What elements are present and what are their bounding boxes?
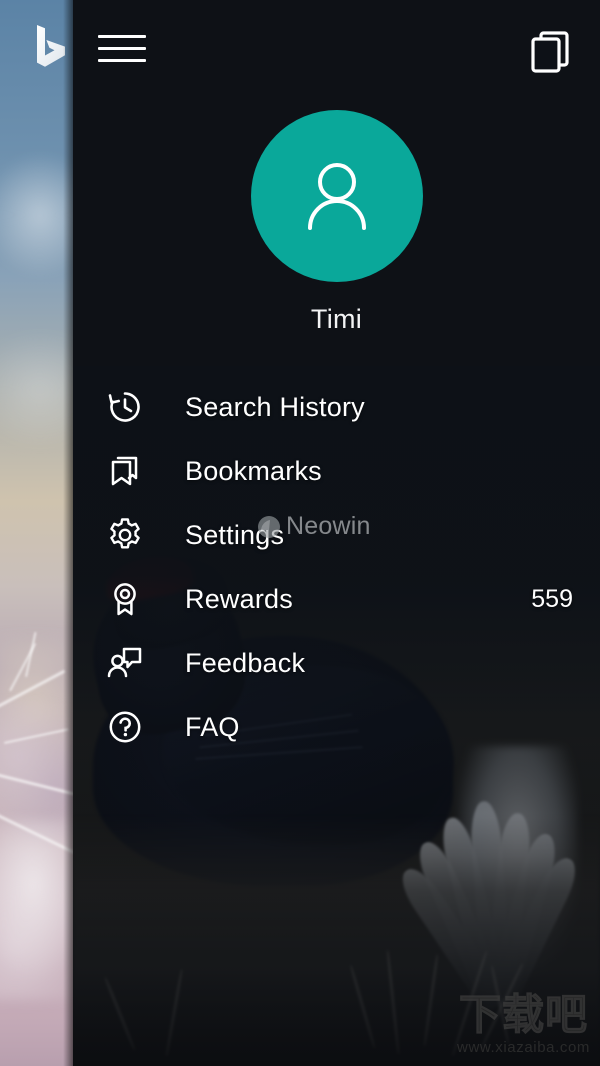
- question-circle-icon: [103, 705, 147, 749]
- tabs-stack-icon[interactable]: [524, 22, 578, 76]
- drawer-menu-list: Search History Bookmarks Settings Reward…: [73, 375, 600, 759]
- underlying-page-peek-strip[interactable]: [0, 0, 73, 1066]
- person-outline-icon: [307, 163, 366, 230]
- hamburger-bar: [98, 58, 146, 62]
- strip-edge-shadow: [63, 0, 73, 1066]
- neowin-watermark: Neowin: [256, 512, 371, 541]
- neowin-logo-icon: [258, 515, 280, 538]
- menu-item-label: Bookmarks: [185, 455, 322, 486]
- menu-item-rewards[interactable]: Rewards 559: [73, 567, 600, 631]
- menu-item-feedback[interactable]: Feedback: [73, 631, 600, 695]
- gear-icon: [103, 513, 147, 557]
- menu-item-search-history[interactable]: Search History: [73, 375, 600, 439]
- navigation-drawer: Timi Search History Bookmarks Settings R…: [73, 0, 600, 1066]
- menu-item-label: Feedback: [185, 647, 306, 678]
- neowin-watermark-text: Neowin: [286, 512, 371, 540]
- bing-app-drawer-screen: Timi Search History Bookmarks Settings R…: [0, 0, 600, 1066]
- bookmarks-icon: [103, 449, 147, 493]
- top-bar: [73, 0, 600, 96]
- history-clock-icon: [103, 385, 147, 429]
- menu-item-label: FAQ: [185, 711, 240, 742]
- feedback-person-icon: [103, 641, 147, 685]
- menu-item-label: Search History: [185, 391, 365, 422]
- avatar[interactable]: [250, 110, 423, 282]
- award-ribbon-icon: [103, 577, 147, 621]
- profile-username: Timi: [310, 304, 363, 334]
- menu-item-label: Rewards: [185, 583, 293, 614]
- profile-section: Timi: [73, 110, 600, 335]
- menu-item-bookmarks[interactable]: Bookmarks: [73, 439, 600, 503]
- hamburger-bar: [98, 34, 146, 38]
- hamburger-bar: [98, 46, 146, 50]
- rewards-points-count: 559: [531, 584, 573, 613]
- hamburger-menu-icon[interactable]: [98, 28, 146, 68]
- menu-item-faq[interactable]: FAQ: [73, 695, 600, 759]
